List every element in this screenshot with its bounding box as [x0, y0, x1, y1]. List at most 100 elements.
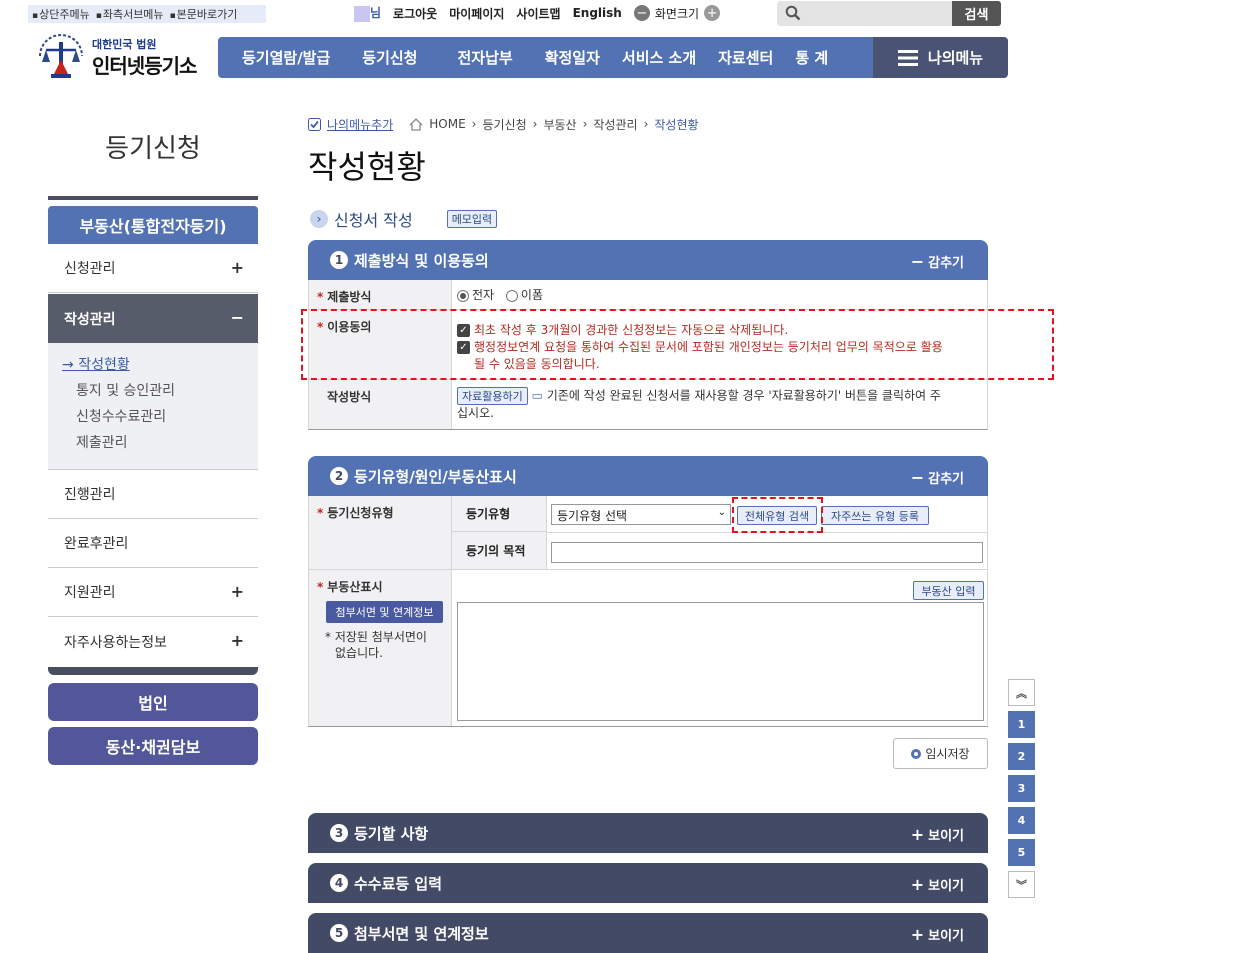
panel-3-header[interactable]: 3 등기할 사항 + 보이기 [308, 813, 988, 853]
show-toggle[interactable]: + 보이기 [911, 875, 964, 894]
panel-2-header: 2 등기유형/원인/부동산표시 − 감추기 [308, 456, 988, 496]
minus-icon: − [910, 252, 925, 271]
scroll-top-button[interactable]: ︽ [1008, 679, 1035, 706]
panel-title: 첨부서면 및 연계정보 [354, 924, 489, 943]
movable-property-button[interactable]: 동산·채권담보 [48, 727, 258, 765]
sidebar-item-frequent[interactable]: 자주사용하는정보 + [48, 617, 258, 666]
sidebar-item-application[interactable]: 신청관리 + [48, 244, 258, 293]
plus-icon: + [910, 925, 925, 944]
hide-toggle[interactable]: − 감추기 [911, 252, 964, 271]
add-my-menu-link[interactable]: 나의메뉴추가 [327, 116, 393, 133]
chevron-right-icon: › [582, 117, 588, 131]
zoom-out-icon[interactable]: − [633, 5, 650, 21]
step-nav-5[interactable]: 5 [1008, 839, 1035, 866]
sitemap-link[interactable]: 사이트맵 [516, 5, 560, 22]
registration-purpose-input[interactable] [551, 542, 983, 563]
panel-title: 등기유형/원인/부동산표시 [354, 467, 517, 486]
favorite-type-button[interactable]: 자주쓰는 유형 등록 [821, 506, 929, 525]
expand-icon: + [230, 582, 244, 601]
zoom-control: − 화면크기 + [633, 5, 721, 22]
submenu-item-status[interactable]: → 작성현황 [62, 355, 258, 381]
sidebar-item-label: 지원관리 [64, 585, 116, 601]
step-number: 2 [330, 467, 348, 485]
scroll-bottom-button[interactable]: ︾ [1008, 871, 1035, 898]
sidebar-item-label: 진행관리 [64, 487, 116, 503]
home-icon [409, 117, 423, 131]
site-logo[interactable]: 대한민국 법원 인터넷등기소 [34, 28, 204, 84]
gnb-item-view[interactable]: 등기열람/발급 [218, 47, 342, 68]
skip-link-top[interactable]: 상단주메뉴 [32, 6, 90, 22]
skip-links: 상단주메뉴 좌측서브메뉴 본문바로가기 [28, 5, 266, 23]
panel-5-header[interactable]: 5 첨부서면 및 연계정보 + 보이기 [308, 913, 988, 953]
breadcrumb-item[interactable]: 등기신청 [482, 116, 526, 133]
memo-button[interactable]: 메모입력 [446, 210, 498, 228]
step-number: 1 [330, 251, 348, 269]
sidebar-item-completed[interactable]: 완료후관리 [48, 519, 258, 568]
search-button[interactable]: 검색 [952, 1, 1001, 26]
write-method-value: 자료활용하기 ▭ 기존에 작성 완료된 신청서를 재사용할 경우 '자료활용하기… [457, 387, 983, 422]
sidebar-item-support[interactable]: 지원관리 + [48, 568, 258, 617]
submenu-item-submit[interactable]: 제출관리 [62, 433, 258, 459]
radio-eform[interactable]: 이폼 [505, 288, 543, 302]
zoom-in-icon[interactable]: + [704, 5, 721, 21]
sidebar-item-progress[interactable]: 진행관리 [48, 470, 258, 519]
sidebar-item-label: 작성관리 [64, 311, 116, 328]
corporation-button[interactable]: 법인 [48, 683, 258, 721]
step-nav-2[interactable]: 2 [1008, 743, 1035, 770]
panel-4-header[interactable]: 4 수수료등 입력 + 보이기 [308, 863, 988, 903]
gnb-item-apply[interactable]: 등기신청 [342, 47, 437, 68]
hide-toggle[interactable]: − 감추기 [911, 468, 964, 487]
attachments-note: * 저장된 첨부서면이 없습니다. [325, 630, 427, 660]
field-label: * 제출방식 [309, 280, 452, 309]
my-menu-button[interactable]: 나의메뉴 [873, 37, 1008, 78]
step-number: 3 [330, 824, 348, 842]
step-number: 4 [330, 874, 348, 892]
minus-icon: − [910, 468, 925, 487]
chevron-right-icon: › [471, 117, 477, 131]
court-emblem-icon [39, 34, 83, 78]
gnb-item-fixdate[interactable]: 확정일자 [533, 47, 612, 68]
reuse-help-text: 기존에 작성 완료된 신청서를 재사용할 경우 '자료활용하기' 버튼을 클릭하… [546, 388, 941, 403]
my-menu-label: 나의메뉴 [927, 49, 984, 67]
sidebar-item-writing[interactable]: 작성관리 − [48, 294, 258, 343]
chevron-right-icon: › [532, 117, 538, 131]
row-registration-type: * 등기신청유형 등기유형 등기의 목적 등기유형 선택 ⌄ 전체유형 검색 자주… [308, 496, 988, 570]
skip-link-left[interactable]: 좌측서브메뉴 [96, 6, 164, 22]
sidebar-category-realestate[interactable]: 부동산(통합전자등기) [48, 206, 258, 244]
panel-title: 등기할 사항 [354, 824, 429, 843]
breadcrumb-item[interactable]: 부동산 [543, 116, 576, 133]
temp-save-button[interactable]: 임시저장 [893, 738, 988, 769]
gnb-item-data[interactable]: 자료센터 [706, 47, 785, 68]
property-textarea[interactable] [457, 602, 984, 721]
submenu-item-fee[interactable]: 신청수수료관리 [62, 407, 258, 433]
double-chevron-up-icon: ︽ [1016, 686, 1027, 700]
show-toggle[interactable]: + 보이기 [911, 925, 964, 944]
breadcrumb-current: 작성현황 [654, 117, 699, 132]
gnb-item-stats[interactable]: 통 계 [785, 47, 838, 68]
step-nav-4[interactable]: 4 [1008, 807, 1035, 834]
registration-type-select[interactable]: 등기유형 선택 ⌄ [551, 504, 731, 525]
property-input-button[interactable]: 부동산 입력 [913, 581, 984, 600]
show-toggle[interactable]: + 보이기 [911, 825, 964, 844]
step-nav-1[interactable]: 1 [1008, 711, 1035, 738]
submenu-item-notice[interactable]: 통지 및 승인관리 [62, 381, 258, 407]
step-nav-3[interactable]: 3 [1008, 775, 1035, 802]
mypage-link[interactable]: 마이페이지 [449, 5, 504, 22]
row-property: * 부동산표시 첨부서면 및 연계정보 * 저장된 첨부서면이 없습니다. 부동산… [308, 570, 988, 727]
radio-electronic[interactable]: 전자 [457, 288, 494, 302]
breadcrumb-home[interactable]: HOME [429, 117, 465, 131]
sidebar-title: 등기신청 [105, 134, 201, 164]
search-icon [785, 5, 801, 21]
gnb-item-payment[interactable]: 전자납부 [437, 47, 532, 68]
tag-icon: ▭ [531, 388, 543, 403]
skip-link-body[interactable]: 본문바로가기 [170, 6, 238, 22]
gnb-item-service[interactable]: 서비스 소개 [612, 47, 706, 68]
breadcrumb-item[interactable]: 작성관리 [593, 116, 637, 133]
english-link[interactable]: English [573, 6, 622, 20]
sidebar-item-label: 자주사용하는정보 [64, 634, 168, 651]
reuse-data-button[interactable]: 자료활용하기 [457, 387, 528, 405]
collapse-icon: − [230, 308, 244, 327]
attachments-button[interactable]: 첨부서면 및 연계정보 [326, 601, 443, 623]
search-input[interactable] [807, 4, 947, 23]
logout-link[interactable]: 로그아웃 [393, 5, 437, 22]
